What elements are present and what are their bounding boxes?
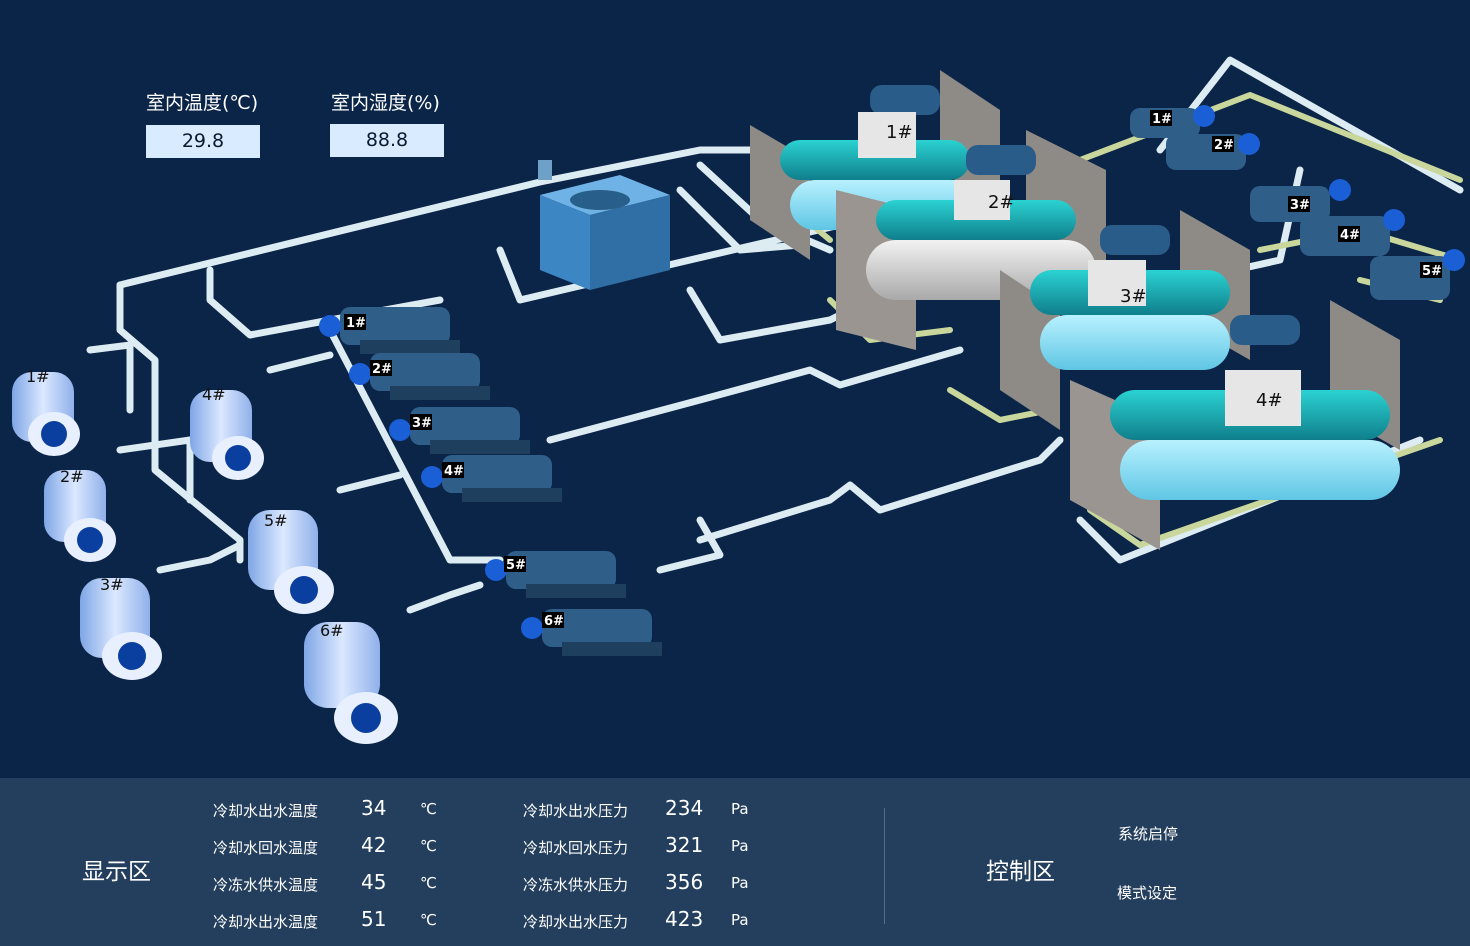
temperature-label: 室内温度(℃): [146, 92, 259, 114]
metric-label: 冷却水回水温度: [213, 839, 319, 857]
humidity-label: 室内湿度(%): [331, 92, 440, 114]
metric-value: 423: [665, 907, 704, 931]
pump[interactable]: 4#: [421, 455, 562, 502]
fan-icon: [485, 559, 507, 581]
metric-unit: Pa: [731, 800, 749, 818]
metric-unit: ℃: [420, 800, 437, 818]
fan-icon: [1443, 249, 1465, 271]
chiller-label: 1#: [886, 122, 913, 143]
right-pump[interactable]: 3#: [1250, 179, 1351, 222]
pump-label: 5#: [506, 558, 526, 573]
cooling-tower-label: 2#: [60, 467, 84, 486]
cooling-tower[interactable]: 3#: [80, 575, 162, 680]
chiller-label: 3#: [1120, 286, 1147, 307]
temperature-value: 29.8: [146, 125, 260, 158]
cooling-tower[interactable]: 5#: [248, 510, 334, 614]
metric-value: 51: [361, 907, 387, 931]
metric-label: 冷却水出水温度: [213, 802, 319, 820]
metric-value: 234: [665, 796, 704, 820]
chillers: 1# 2# 3# 4#: [750, 70, 1400, 550]
cooling-tower-label: 4#: [202, 385, 226, 404]
pump-label: 3#: [1290, 198, 1310, 213]
fan-icon: [421, 466, 443, 488]
metric-label: 冷却水回水压力: [523, 839, 629, 857]
cooling-tower-label: 1#: [26, 367, 50, 386]
display-area-title: 显示区: [82, 859, 151, 885]
pump-label: 3#: [412, 416, 432, 431]
fan-icon: [349, 363, 371, 385]
cooling-tower-label: 5#: [264, 511, 288, 530]
pump-label: 2#: [372, 362, 392, 377]
metric-unit: ℃: [420, 911, 437, 929]
pump[interactable]: 2#: [349, 353, 490, 400]
panel-divider: [884, 808, 885, 924]
pump-label: 1#: [1152, 112, 1172, 127]
metric-label: 冷冻水供水压力: [523, 876, 629, 894]
pump-label: 4#: [1340, 228, 1360, 243]
metric-unit: Pa: [731, 837, 749, 855]
pump-label: 5#: [1422, 264, 1442, 279]
metric-label: 冷却水出水温度: [213, 913, 319, 931]
metric-value: 34: [361, 796, 387, 820]
system-start-stop-button[interactable]: 系统启停: [1118, 823, 1178, 844]
pump[interactable]: 5#: [485, 551, 626, 598]
metric-value: 321: [665, 833, 704, 857]
pump[interactable]: 3#: [389, 407, 530, 454]
metric-value: 42: [361, 833, 387, 857]
fan-icon: [389, 419, 411, 441]
metric-label: 冷冻水供水温度: [213, 876, 319, 894]
metric-unit: ℃: [420, 874, 437, 892]
fan-icon: [319, 315, 341, 337]
pump[interactable]: 6#: [521, 609, 662, 656]
chiller-label: 4#: [1256, 390, 1283, 411]
bottom-panel: 显示区 冷却水出水温度 34 ℃ 冷却水回水温度 42 ℃ 冷冻水供水温度 45…: [0, 778, 1470, 946]
metric-value: 356: [665, 870, 704, 894]
metric-unit: Pa: [731, 874, 749, 892]
mode-setting-button[interactable]: 模式设定: [1117, 882, 1177, 903]
metric-label: 冷却水出水压力: [523, 913, 629, 931]
right-pump[interactable]: 1#: [1130, 105, 1215, 138]
cooling-tower[interactable]: 6#: [304, 621, 398, 744]
fan-icon: [1238, 133, 1260, 155]
fan-icon: [521, 617, 543, 639]
right-pump[interactable]: 5#: [1370, 249, 1465, 300]
fan-icon: [1193, 105, 1215, 127]
fan-icon: [1383, 209, 1405, 231]
cooling-tower[interactable]: 2#: [44, 467, 116, 562]
cooling-tower[interactable]: 1#: [12, 367, 80, 456]
metric-unit: ℃: [420, 837, 437, 855]
humidity-value: 88.8: [330, 124, 444, 157]
plant-diagram: 1# 2# 3# 4# 5# 6# 1# 2# 3# 4# 5# 6# 1# 2…: [12, 56, 1465, 744]
pump-label: 1#: [346, 316, 366, 331]
cooling-tower-label: 6#: [320, 621, 344, 640]
pump-label: 2#: [1214, 138, 1234, 153]
right-pump[interactable]: 4#: [1300, 209, 1405, 256]
metric-unit: Pa: [731, 911, 749, 929]
cooling-tower[interactable]: 4#: [190, 385, 264, 480]
right-pump[interactable]: 2#: [1166, 133, 1260, 170]
pump-label: 6#: [544, 614, 564, 629]
cooling-tower-label: 3#: [100, 575, 124, 594]
control-area-title: 控制区: [986, 859, 1055, 885]
metric-label: 冷却水出水压力: [523, 802, 629, 820]
pump-label: 4#: [444, 464, 464, 479]
chiller-label: 2#: [988, 192, 1015, 213]
metric-value: 45: [361, 870, 387, 894]
cooling-towers: 1# 2# 3# 4# 5# 6#: [12, 367, 398, 744]
fan-icon: [1329, 179, 1351, 201]
